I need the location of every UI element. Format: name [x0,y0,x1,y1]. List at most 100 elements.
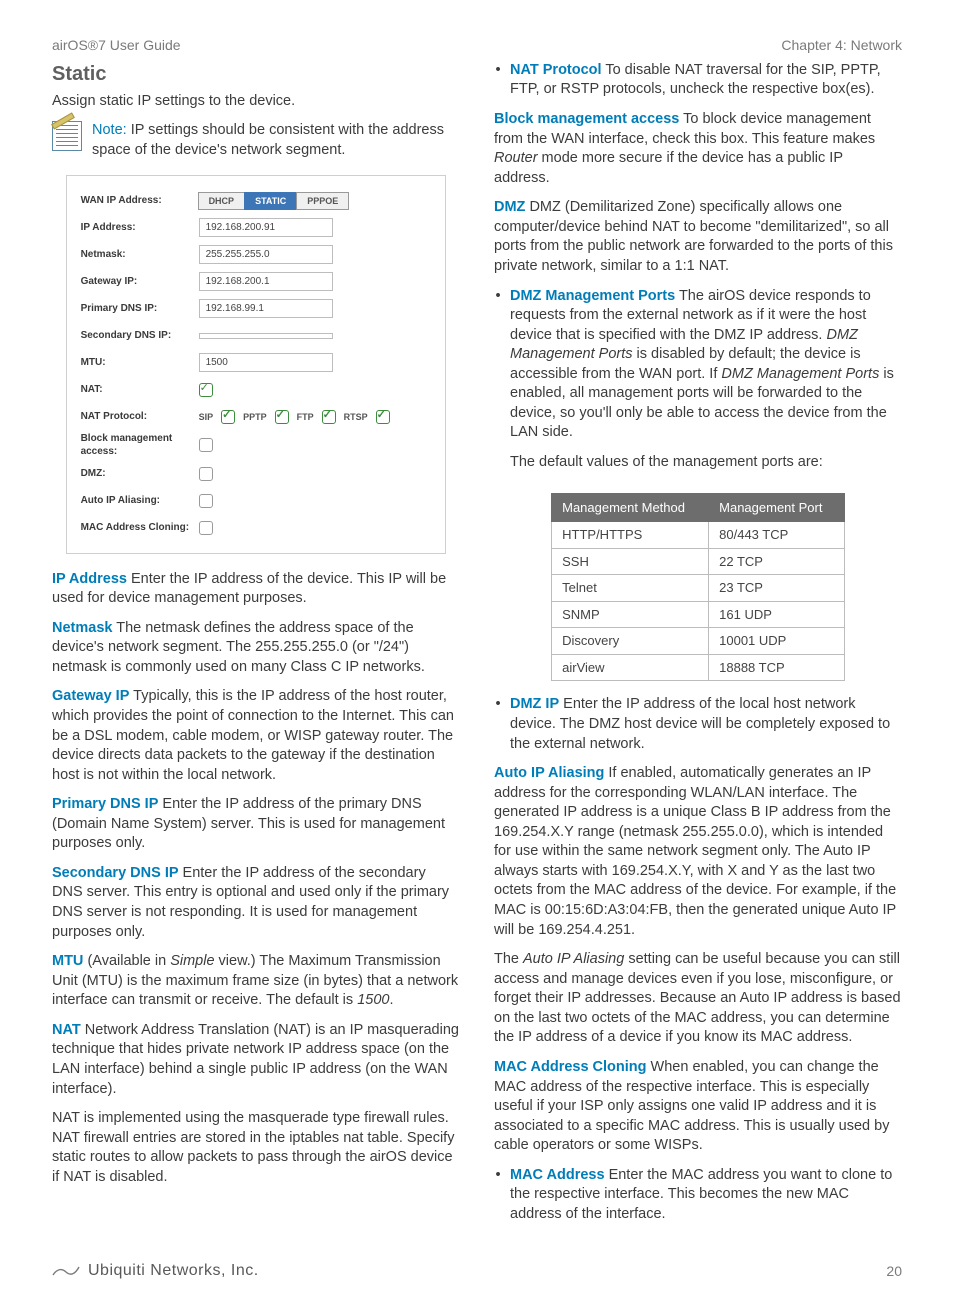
def-nat-p2: NAT is implemented using the masquerade … [52,1109,460,1187]
body-italic: Router [494,150,538,166]
term: IP Address [52,571,127,587]
bullet-dmz-mgmt: • DMZ Management Ports The airOS device … [494,287,902,483]
table-cell: 18888 TCP [709,654,845,681]
table-cell: airView [552,654,709,681]
table-row: Discovery10001 UDP [552,628,845,655]
body-italic-2: 1500 [357,992,389,1008]
body: If enabled, automatically generates an I… [494,765,896,938]
def-autoip-p2: The Auto IP Aliasing setting can be usef… [494,950,902,1048]
panel-value: 192.168.200.91 [199,218,432,238]
checkbox[interactable] [199,383,213,397]
input-box[interactable]: 192.168.200.91 [199,218,333,238]
body-italic: Auto IP Aliasing [523,951,624,967]
table-cell: 80/443 TCP [709,522,845,549]
proto-label: SIP [199,411,214,423]
guide-title: airOS®7 User Guide [52,36,181,55]
section-intro: Assign static IP settings to the device. [52,92,460,112]
term: Auto IP Aliasing [494,765,604,781]
panel-row: MAC Address Cloning: [81,516,432,540]
term: NAT Protocol [510,62,602,78]
panel-label: MTU: [81,356,199,370]
input-box[interactable]: 255.255.255.0 [199,245,333,265]
checkbox[interactable] [199,494,213,508]
bullet-dot: • [494,287,502,483]
panel-row: Gateway IP:192.168.200.1 [81,270,432,294]
panel-label: Auto IP Aliasing: [81,494,199,508]
chapter-label: Chapter 4: Network [781,36,902,55]
checkbox[interactable] [199,521,213,535]
config-panel: WAN IP Address:DHCPSTATICPPPOEIP Address… [66,175,447,554]
body-it2: DMZ Management Ports [721,366,879,382]
note-icon [52,121,82,151]
panel-label: DMZ: [81,467,199,481]
def-ip-address: IP Address Enter the IP address of the d… [52,570,460,609]
panel-value: 192.168.200.1 [199,272,432,292]
panel-label: Primary DNS IP: [81,302,199,316]
checkbox-rtsp[interactable] [376,410,390,424]
panel-row: Auto IP Aliasing: [81,489,432,513]
bullet-dot: • [494,1166,502,1225]
panel-label: Gateway IP: [81,275,199,289]
proto-label: RTSP [344,411,368,423]
left-column: Static Assign static IP settings to the … [52,61,460,1235]
bullet-nat-protocol: • NAT Protocol To disable NAT traversal … [494,61,902,100]
checkbox-sip[interactable] [221,410,235,424]
company-name: Ubiquiti Networks, Inc. [88,1260,259,1282]
input-box[interactable] [199,333,333,339]
body-pre: The [494,951,523,967]
input-box[interactable]: 192.168.200.1 [199,272,333,292]
right-column: • NAT Protocol To disable NAT traversal … [494,61,902,1235]
def-nat: NAT Network Address Translation (NAT) is… [52,1021,460,1099]
panel-value [199,438,432,452]
body-c: . [389,992,393,1008]
panel-value [199,521,432,535]
checkbox[interactable] [199,438,213,452]
def-netmask: Netmask The netmask defines the address … [52,619,460,678]
bullet-dmz-ip: • DMZ IP Enter the IP address of the loc… [494,695,902,754]
ubiquiti-logo-icon [52,1264,80,1278]
term: DMZ IP [510,696,559,712]
table-cell: 161 UDP [709,601,845,628]
table-cell: Telnet [552,575,709,602]
table-cell: 22 TCP [709,548,845,575]
term: DMZ Management Ports [510,288,675,304]
tab-dhcp[interactable]: DHCP [198,192,246,210]
body: Enter the IP address of the local host n… [510,696,890,751]
def-block-mgmt: Block management access To block device … [494,110,902,188]
term: Block management access [494,111,679,127]
term: MAC Address Cloning [494,1059,647,1075]
panel-row: Secondary DNS IP: [81,324,432,348]
body-a: (Available in [83,953,170,969]
proto-label: FTP [297,411,314,423]
term: Netmask [52,620,112,636]
panel-label: MAC Address Cloning: [81,521,199,535]
input-box[interactable]: 1500 [199,353,333,373]
checkbox-ftp[interactable] [322,410,336,424]
note-block: Note: IP settings should be consistent w… [52,121,460,160]
checkbox-pptp[interactable] [275,410,289,424]
checkbox[interactable] [199,467,213,481]
bullet-dot: • [494,61,502,100]
panel-row: Netmask:255.255.255.0 [81,243,432,267]
tab-static[interactable]: STATIC [244,192,297,210]
table-cell: SSH [552,548,709,575]
body-b: mode more secure if the device has a pub… [494,150,843,186]
def-gateway: Gateway IP Typically, this is the IP add… [52,687,460,785]
table-cell: 10001 UDP [709,628,845,655]
panel-label: Netmask: [81,248,199,262]
term: MAC Address [510,1167,605,1183]
tab-pppoe[interactable]: PPPOE [296,192,349,210]
note-label: Note: [92,122,127,138]
body-italic-1: Simple [170,953,214,969]
input-box[interactable]: 192.168.99.1 [199,299,333,319]
panel-value: 255.255.255.0 [199,245,432,265]
panel-row: NAT Protocol:SIPPPTPFTPRTSP [81,405,432,429]
body: Network Address Translation (NAT) is an … [52,1022,459,1097]
panel-value: DHCPSTATICPPPOE [199,192,432,210]
table-row: airView18888 TCP [552,654,845,681]
term: DMZ [494,199,525,215]
panel-value [199,494,432,508]
table-cell: SNMP [552,601,709,628]
table-header: Management Port [709,493,845,522]
panel-value: SIPPPTPFTPRTSP [199,410,432,424]
